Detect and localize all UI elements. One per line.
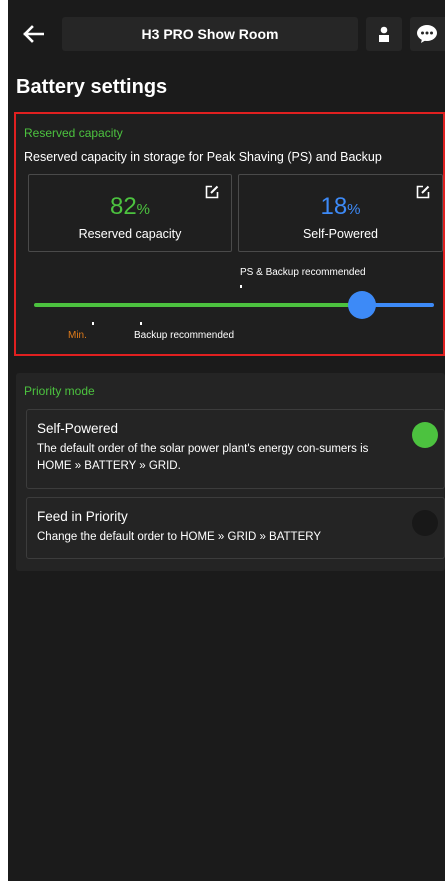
- back-arrow-icon: [23, 25, 44, 43]
- self-powered-number: 18: [320, 193, 348, 220]
- page-title: Battery settings: [16, 76, 168, 98]
- site-title[interactable]: H3 PRO Show Room: [62, 17, 358, 51]
- reserved-capacity-card[interactable]: 82% Reserved capacity: [28, 174, 232, 252]
- backup-recommended-label: Backup recommended: [134, 330, 235, 341]
- priority-mode-panel: Priority mode Self-Powered The default o…: [16, 373, 445, 571]
- top-bar: H3 PRO Show Room: [8, 0, 445, 66]
- mode-title: Self-Powered: [37, 421, 119, 436]
- chat-icon: [417, 25, 437, 43]
- mode-description: The default order of the solar power pla…: [37, 443, 369, 472]
- mode-radio-feed-in-priority[interactable]: [412, 510, 438, 536]
- mode-option-feed-in-priority[interactable]: Feed in Priority Change the default orde…: [26, 497, 445, 559]
- mode-title: Feed in Priority: [37, 509, 128, 524]
- slider-fill-reserved: [34, 303, 362, 307]
- priority-section-label: Priority mode: [24, 384, 95, 398]
- reserved-section-label: Reserved capacity: [24, 126, 123, 140]
- mode-description: Change the default order to HOME » GRID …: [37, 531, 322, 543]
- chat-button[interactable]: [410, 17, 445, 51]
- self-powered-card[interactable]: 18% Self-Powered: [238, 174, 443, 252]
- mode-radio-self-powered[interactable]: [412, 422, 438, 448]
- self-powered-value: 18%: [239, 193, 442, 221]
- ps-backup-marker: [240, 285, 242, 288]
- reserved-capacity-number: 82: [109, 193, 137, 220]
- slider-thumb[interactable]: [348, 291, 376, 319]
- backup-marker: [140, 322, 142, 325]
- back-button[interactable]: [14, 17, 52, 51]
- reserved-capacity-panel: Reserved capacity Reserved capacity in s…: [14, 112, 445, 356]
- user-button[interactable]: [366, 17, 402, 51]
- reserved-capacity-unit: %: [136, 201, 151, 218]
- reserved-capacity-label: Reserved capacity: [78, 227, 182, 241]
- reserved-description: Reserved capacity in storage for Peak Sh…: [24, 150, 382, 164]
- user-icon: [379, 26, 389, 42]
- self-powered-unit: %: [347, 201, 361, 218]
- ps-backup-recommended-label: PS & Backup recommended: [240, 267, 366, 278]
- mode-option-self-powered[interactable]: Self-Powered The default order of the so…: [26, 409, 445, 489]
- reserved-capacity-slider[interactable]: [34, 291, 434, 319]
- min-label: Min.: [68, 330, 87, 341]
- self-powered-label: Self-Powered: [302, 227, 379, 241]
- min-marker: [92, 322, 94, 325]
- app-screen: H3 PRO Show Room Battery settings Reserv…: [8, 0, 445, 881]
- reserved-capacity-value: 82%: [29, 193, 231, 221]
